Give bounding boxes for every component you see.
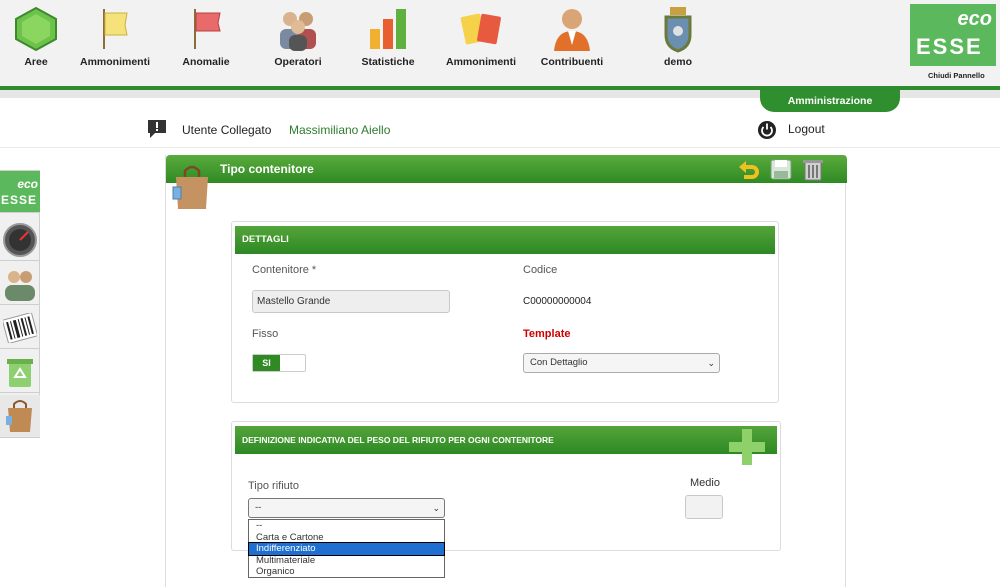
side-logo-eco: eco — [17, 177, 38, 191]
dropdown-option[interactable]: Multimateriale — [249, 555, 444, 567]
users-icon — [5, 271, 35, 301]
dropdown-option[interactable]: Carta e Cartone — [249, 532, 444, 544]
chevron-down-icon: ⌄ — [432, 503, 440, 513]
side-logo-esse: ESSE — [1, 193, 38, 207]
medio-label: Medio — [690, 477, 720, 489]
undo-icon[interactable] — [738, 159, 760, 179]
nav-item-operatori[interactable]: Operatori — [268, 0, 328, 86]
fisso-toggle[interactable]: SI — [252, 354, 306, 372]
tipo-rifiuto-select-value: -- — [255, 502, 262, 513]
tab-amministrazione[interactable]: Amministrazione — [760, 90, 900, 112]
contenitore-input[interactable]: Mastello Grande — [252, 290, 450, 313]
side-item-containers[interactable] — [0, 395, 40, 437]
shopping-bag-icon — [172, 165, 208, 209]
top-navigation-bar: Aree Ammonimenti Anomalie Operatori Stat… — [0, 0, 1000, 86]
dropdown-option[interactable]: -- — [249, 520, 444, 532]
nav-item-anomalie[interactable]: Anomalie — [178, 0, 234, 86]
page-title: Tipo contenitore — [220, 162, 314, 176]
nav-label: Statistiche — [361, 56, 415, 68]
template-label: Template — [523, 328, 571, 340]
side-item-recycle[interactable] — [0, 351, 40, 393]
nav-label: Operatori — [274, 56, 322, 68]
chevron-down-icon: ⌄ — [707, 358, 715, 368]
coat-of-arms-icon — [664, 7, 692, 53]
trash-icon[interactable] — [802, 158, 824, 181]
red-flag-icon — [194, 9, 221, 49]
nav-label: demo — [663, 56, 692, 68]
user-icon — [554, 9, 590, 51]
yellow-flag-icon — [103, 9, 128, 49]
nav-item-contribuenti[interactable]: Contribuenti — [538, 0, 606, 86]
template-select-value: Con Dettaglio — [530, 357, 588, 368]
barcode-icon — [3, 313, 37, 343]
contenitore-label: Contenitore * — [252, 264, 317, 276]
nav-item-aree[interactable]: Aree — [8, 0, 64, 86]
fisso-label: Fisso — [252, 328, 279, 340]
connected-user-name: Massimiliano Aiello — [289, 123, 391, 137]
nav-item-ammonimenti-cards[interactable]: Ammonimenti — [444, 0, 518, 86]
save-icon[interactable] — [770, 159, 792, 180]
tipo-rifiuto-dropdown: -- Carta e Cartone Indifferenziato Multi… — [248, 519, 445, 578]
cards-icon — [460, 13, 501, 45]
user-info-bar: Utente Collegato Massimiliano Aiello Log… — [0, 114, 1000, 148]
codice-label: Codice — [523, 264, 558, 276]
tipo-rifiuto-select[interactable]: -- ⌄ — [248, 498, 445, 518]
ecoesse-logo: eco ESSE — [910, 4, 996, 66]
hexagon-icon — [15, 6, 57, 52]
tipo-rifiuto-label: Tipo rifiuto — [248, 480, 299, 492]
logo-text-esse: ESSE — [916, 34, 983, 59]
shopping-bag-icon — [6, 400, 32, 432]
side-item-users[interactable] — [0, 263, 40, 305]
chat-icon — [148, 120, 166, 138]
logout-link[interactable]: Logout — [788, 122, 825, 136]
logo-text-eco: eco — [957, 8, 992, 30]
codice-value: C00000000004 — [523, 296, 592, 307]
dropdown-option[interactable]: Organico — [249, 566, 444, 578]
connected-user-label: Utente Collegato — [182, 123, 272, 137]
nav-label: Contribuenti — [540, 56, 604, 68]
fisso-toggle-on: SI — [253, 355, 280, 371]
nav-label: Ammonimenti — [445, 56, 516, 68]
side-item-dashboard[interactable] — [0, 219, 40, 261]
recycle-bin-icon — [7, 359, 33, 387]
nav-item-ammonimenti[interactable]: Ammonimenti — [78, 0, 152, 86]
panel-header: Tipo contenitore — [166, 155, 847, 183]
nav-label: Anomalie — [182, 56, 230, 68]
medio-input[interactable] — [685, 495, 723, 519]
nav-item-statistiche[interactable]: Statistiche — [358, 0, 418, 86]
close-panel-link[interactable]: Chiudi Pannello — [928, 71, 985, 80]
side-item-barcode[interactable] — [0, 307, 40, 349]
side-logo: eco ESSE — [0, 171, 40, 213]
operators-icon — [280, 12, 316, 51]
nav-label: Aree — [24, 56, 48, 68]
power-icon[interactable] — [757, 120, 777, 140]
add-plus-icon[interactable] — [729, 429, 765, 465]
nav-item-demo[interactable]: demo — [650, 0, 706, 86]
nav-label: Ammonimenti — [79, 56, 150, 68]
details-card-header: DETTAGLI — [235, 226, 775, 254]
template-select[interactable]: Con Dettaglio ⌄ — [523, 353, 720, 373]
dropdown-option-selected[interactable]: Indifferenziato — [248, 542, 445, 556]
side-panel: eco ESSE — [0, 170, 40, 438]
gauge-icon — [3, 223, 37, 257]
bar-chart-icon — [370, 9, 406, 49]
weights-card-header: DEFINIZIONE INDICATIVA DEL PESO DEL RIFI… — [235, 426, 777, 454]
